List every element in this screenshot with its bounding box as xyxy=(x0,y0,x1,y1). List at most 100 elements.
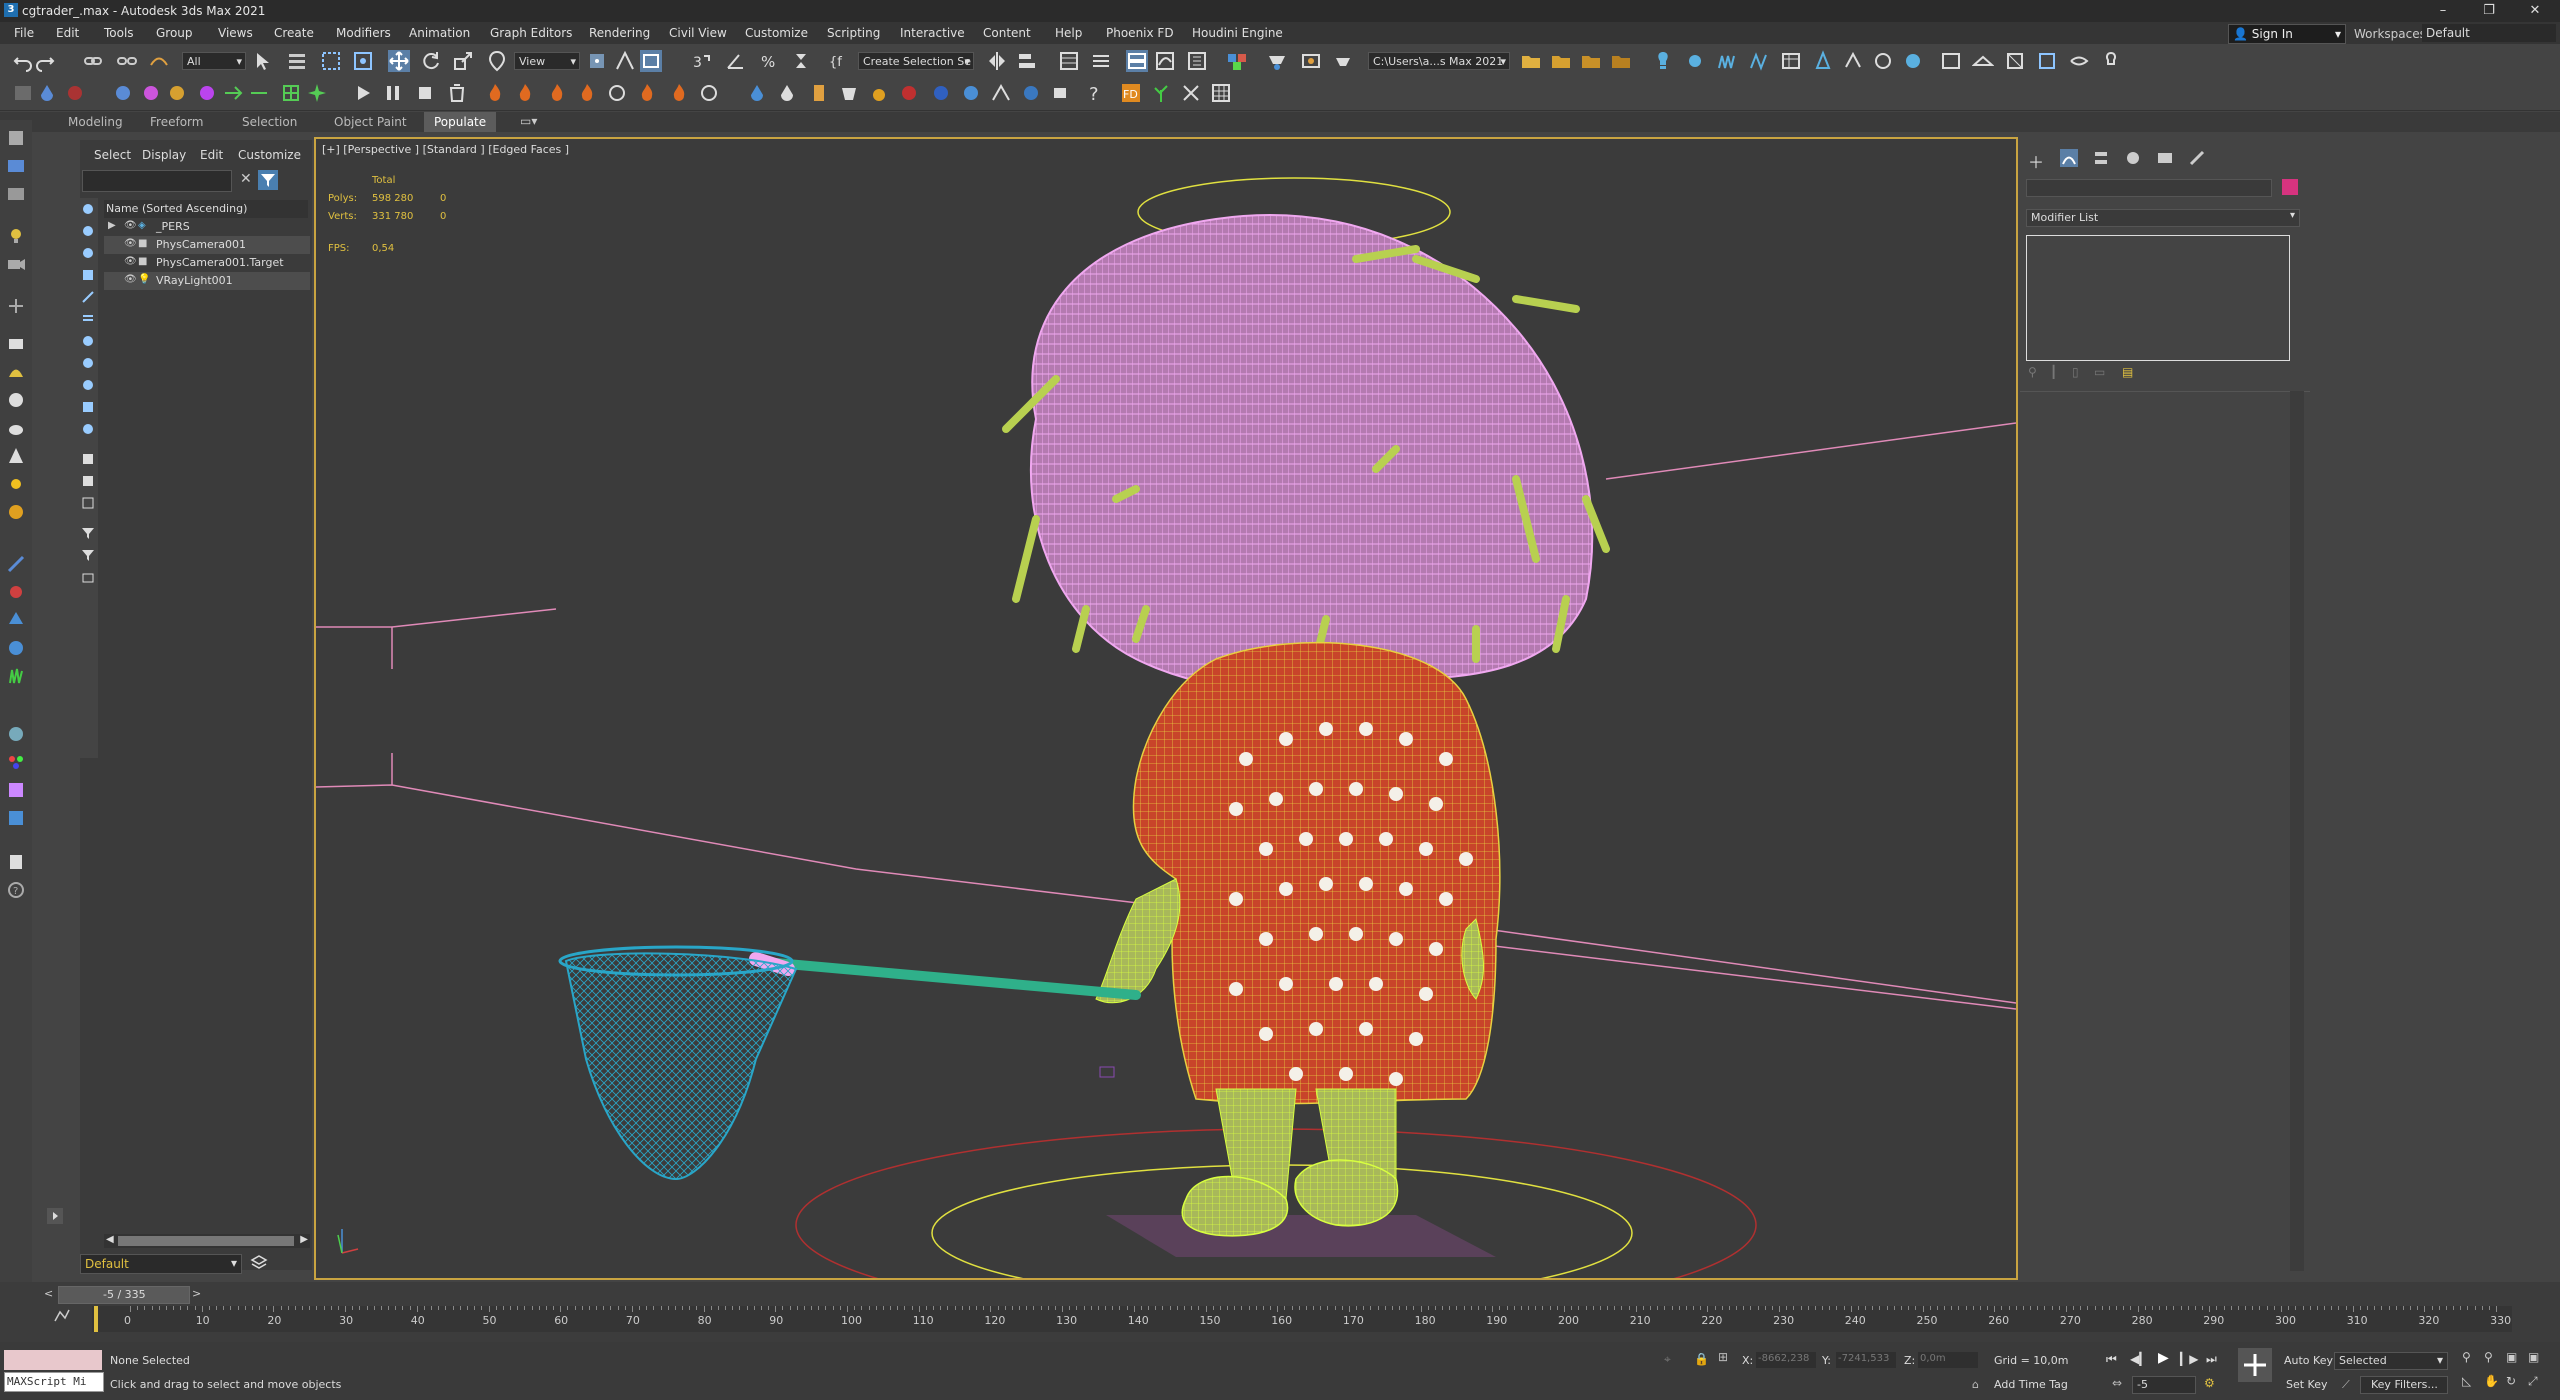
visibility-eye-icon[interactable]: 👁 xyxy=(124,220,137,231)
close-icon[interactable]: ✕ xyxy=(2512,0,2558,22)
bone-filter-icon[interactable] xyxy=(81,400,95,414)
coffee-preset-icon[interactable] xyxy=(1050,82,1072,104)
waterfall-preset-icon[interactable] xyxy=(990,82,1012,104)
sphere-primitive-icon[interactable] xyxy=(6,390,26,410)
current-frame-field[interactable]: -5 xyxy=(2132,1376,2196,1394)
phoenix-source-icon[interactable] xyxy=(112,82,134,104)
key-selection-dropdown[interactable]: Selected ▾ xyxy=(2334,1352,2448,1370)
spacewarp-filter-icon[interactable] xyxy=(81,334,95,348)
project-settings-icon[interactable] xyxy=(1610,50,1632,72)
modifier-stack[interactable] xyxy=(2026,235,2290,361)
ocean-preset-icon[interactable] xyxy=(930,82,952,104)
sun-icon[interactable] xyxy=(6,474,26,494)
layer-dropdown[interactable]: Default ▾ xyxy=(80,1254,242,1274)
x-coordinate-field[interactable]: -8662,238 xyxy=(1756,1352,1816,1368)
cone-primitive-icon[interactable] xyxy=(6,362,26,382)
project-folder-dropdown[interactable]: C:\Users\a...s Max 2021 ▾ xyxy=(1368,52,1510,70)
display-tab-icon[interactable] xyxy=(2156,149,2174,167)
scene-explorer-select-menu[interactable]: Select xyxy=(94,148,131,162)
phoenix-fire-icon[interactable] xyxy=(64,82,86,104)
visibility-eye-icon[interactable]: 👁 xyxy=(124,274,137,285)
key-mode-icon[interactable]: ⇔ xyxy=(2112,1376,2122,1390)
named-selection-set-dropdown[interactable]: Create Selection Se ▾ xyxy=(858,52,974,70)
expand-triangle-icon[interactable]: ▶ xyxy=(108,220,116,231)
tree-icon[interactable] xyxy=(6,610,26,630)
box-primitive-icon[interactable] xyxy=(6,334,26,354)
modify-tab-icon[interactable] xyxy=(2060,149,2078,167)
select-and-move-icon[interactable] xyxy=(388,50,410,72)
scene-explorer-display-menu[interactable]: Display xyxy=(142,148,186,162)
candle-preset-icon[interactable] xyxy=(576,82,598,104)
vray-plane-icon[interactable] xyxy=(1972,50,1994,72)
z-coordinate-field[interactable]: 0,0m xyxy=(1918,1352,1978,1368)
selection-filter-dropdown[interactable]: All ▾ xyxy=(182,52,246,70)
make-unique-icon[interactable]: ▯ xyxy=(2072,365,2079,379)
tab-selection[interactable]: Selection xyxy=(242,115,297,129)
isolate-selection-icon[interactable]: ⌖ xyxy=(1664,1352,1671,1367)
horizontal-scrollbar[interactable]: ◀ ▶ xyxy=(104,1234,310,1248)
menu-help[interactable]: Help xyxy=(1055,26,1082,40)
rectangular-selection-icon[interactable] xyxy=(320,50,342,72)
grass-icon[interactable] xyxy=(6,666,26,686)
zoom-icon[interactable]: ⚲ xyxy=(2462,1350,2471,1364)
honey-preset-icon[interactable] xyxy=(868,82,890,104)
vray-sphere-fade-icon[interactable] xyxy=(2004,50,2026,72)
previous-frame-icon[interactable]: ◀▎ xyxy=(2130,1352,2148,1366)
container-filter-icon[interactable] xyxy=(81,452,95,466)
align-icon[interactable] xyxy=(1016,50,1038,72)
tab-freeform[interactable]: Freeform xyxy=(150,115,203,129)
schematic-view-icon[interactable] xyxy=(1186,50,1208,72)
select-and-manipulate-icon[interactable] xyxy=(614,50,636,72)
phoenix-grid-icon[interactable] xyxy=(280,82,302,104)
zoom-extents-all-icon[interactable]: ▣ xyxy=(2528,1350,2539,1364)
utility-icon[interactable] xyxy=(6,852,26,872)
scroll-left-icon[interactable]: ◀ xyxy=(106,1234,114,1245)
blood-preset-icon[interactable] xyxy=(898,82,920,104)
scene-explorer-customize-menu[interactable]: Customize xyxy=(238,148,301,162)
vray-fur-icon[interactable] xyxy=(1716,50,1738,72)
phoenix-force-icon[interactable] xyxy=(222,82,244,104)
menu-houdini-engine[interactable]: Houdini Engine xyxy=(1192,26,1283,40)
zoom-all-icon[interactable]: ⚲ xyxy=(2484,1350,2493,1364)
toggle-ribbon-icon[interactable] xyxy=(1126,50,1148,72)
column-header[interactable]: Name (Sorted Ascending) xyxy=(104,200,308,218)
menu-interactive[interactable]: Interactive xyxy=(900,26,965,40)
menu-file[interactable]: File xyxy=(14,26,34,40)
menu-animation[interactable]: Animation xyxy=(409,26,470,40)
select-and-place-icon[interactable] xyxy=(486,50,508,72)
milk-preset-icon[interactable] xyxy=(808,82,830,104)
tab-populate[interactable]: Populate xyxy=(424,112,497,132)
play-icon[interactable] xyxy=(352,82,374,104)
toggle-layer-explorer-icon[interactable] xyxy=(1090,50,1112,72)
utilities-tab-icon[interactable] xyxy=(2188,149,2206,167)
phoenix-presets-icon[interactable] xyxy=(306,82,328,104)
link-icon[interactable] xyxy=(82,50,104,72)
next-frame-icon[interactable]: ▎▶ xyxy=(2180,1352,2198,1366)
vray-lightmix-icon[interactable] xyxy=(2100,50,2122,72)
fire-smoke-sim-icon[interactable] xyxy=(484,82,506,104)
menu-modifiers[interactable]: Modifiers xyxy=(336,26,391,40)
camera-filter-icon[interactable] xyxy=(81,290,95,304)
render-icon[interactable] xyxy=(6,808,26,828)
frozen-filter-icon[interactable] xyxy=(81,474,95,488)
teapot-primitive-icon[interactable] xyxy=(6,418,26,438)
pause-icon[interactable] xyxy=(382,82,404,104)
expand-arrow-icon[interactable] xyxy=(46,1207,64,1225)
liquid-sim-icon[interactable] xyxy=(746,82,768,104)
orbit-icon[interactable]: ↻ xyxy=(2506,1374,2516,1388)
menu-phoenix-fd[interactable]: Phoenix FD xyxy=(1106,26,1174,40)
cigarette-preset-icon[interactable] xyxy=(698,82,720,104)
list-item[interactable]: ▶ 👁 ◈ _PERS xyxy=(104,218,310,236)
redo-icon[interactable] xyxy=(34,50,56,72)
remove-modifier-icon[interactable]: ▭ xyxy=(2094,365,2105,379)
keyboard-shortcut-override-icon[interactable] xyxy=(640,50,662,72)
phoenix-ocean-icon[interactable] xyxy=(166,82,188,104)
pivot-center-icon[interactable] xyxy=(586,50,608,72)
perspective-viewport[interactable]: [+] [Perspective ] [Standard ] [Edged Fa… xyxy=(314,137,2018,1280)
key-icon[interactable]: ⟋ xyxy=(2342,1378,2350,1392)
phoenix-fd-logo-icon[interactable]: FD xyxy=(1120,82,1142,104)
window-crossing-icon[interactable] xyxy=(352,50,374,72)
stop-icon[interactable] xyxy=(414,82,436,104)
time-slider-next-icon[interactable]: > xyxy=(192,1287,201,1300)
unlink-icon[interactable] xyxy=(116,50,138,72)
